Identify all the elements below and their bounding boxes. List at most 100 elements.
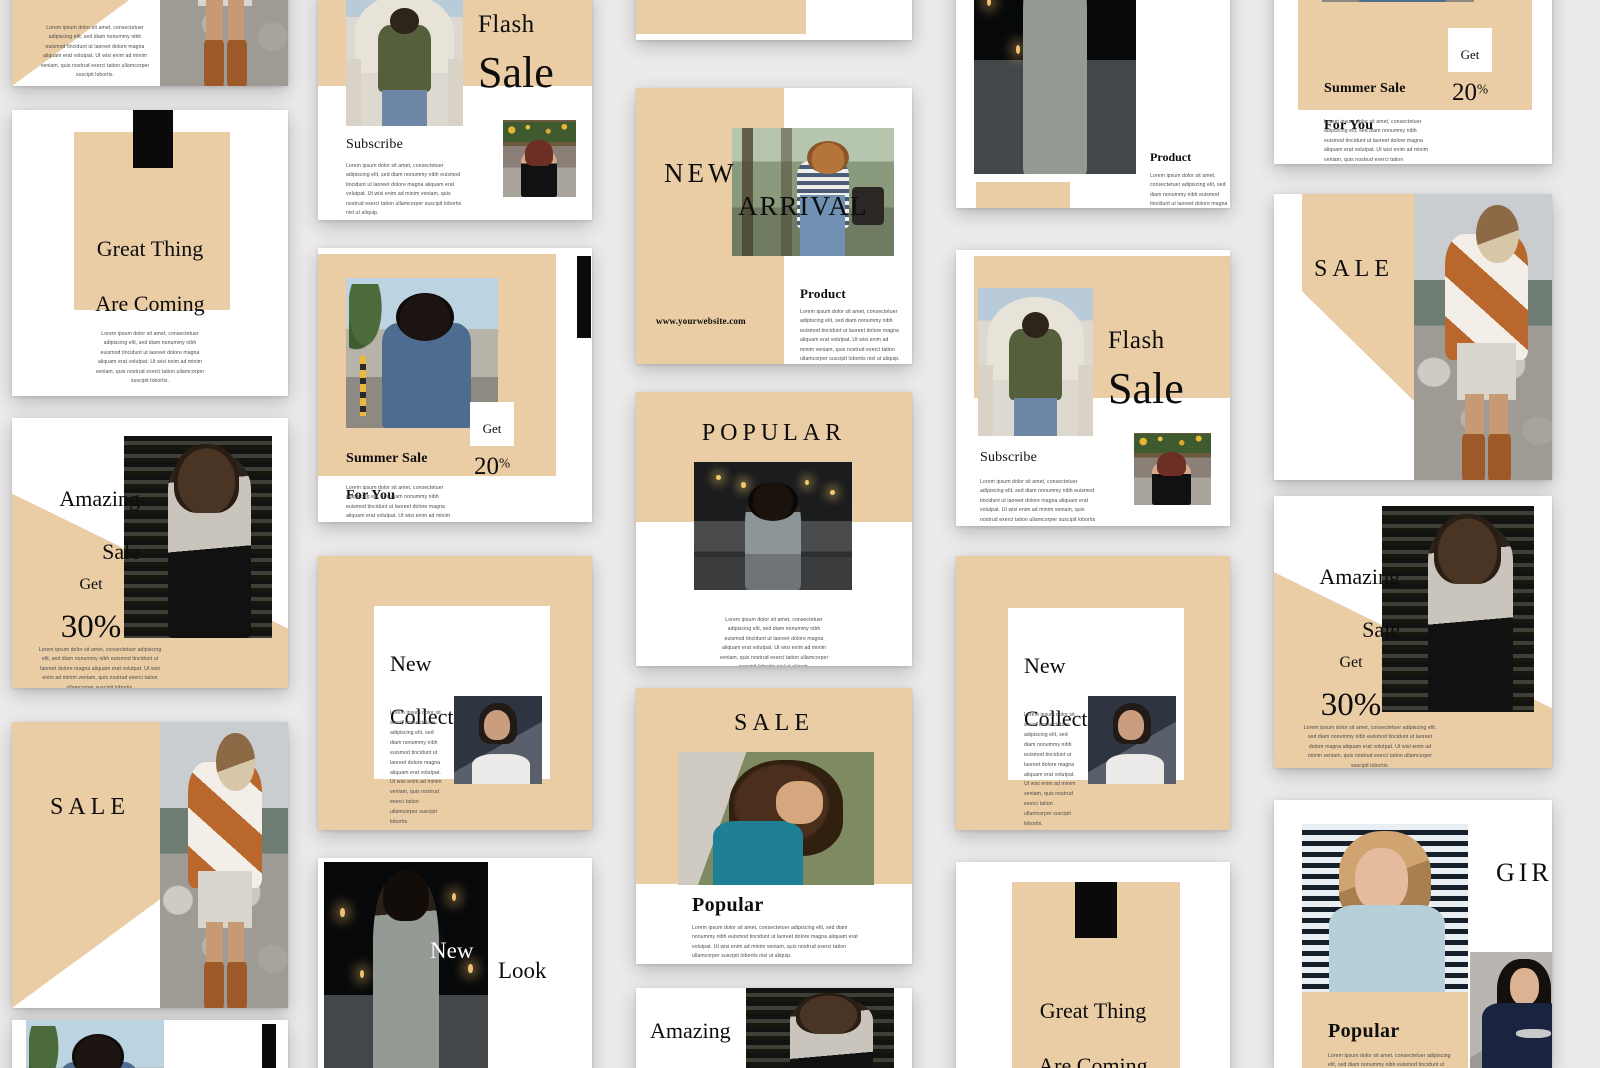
card-great-thing-2[interactable]: Great Thing Are Coming bbox=[956, 862, 1230, 1068]
headline-new: New bbox=[430, 938, 474, 963]
card-bottom-sliver-1[interactable] bbox=[12, 1020, 288, 1068]
photo-smile-tee bbox=[1470, 952, 1552, 1068]
discount-get-label: Get bbox=[79, 575, 103, 593]
card-summer-sale-1[interactable]: Get 20% Summer Sale For You Lorem ipsum … bbox=[318, 248, 592, 522]
body-text: Lorem ipsum dolor sit amet, consectetuer… bbox=[346, 163, 462, 217]
photo-blinds-sweater bbox=[746, 988, 894, 1068]
headline-line-2: Are Coming bbox=[95, 290, 205, 316]
headline-line-2: Sale bbox=[1108, 364, 1184, 413]
card-girl-popular[interactable]: GIRL Popular Lorem ipsum dolor sit amet,… bbox=[1274, 800, 1552, 1068]
headline: Flash Sale bbox=[478, 0, 554, 95]
photo-blinds-sweater bbox=[124, 436, 272, 638]
black-accent-block bbox=[133, 110, 173, 168]
headline-line-1: Amazing bbox=[1319, 564, 1400, 590]
discount-value: 30 bbox=[60, 609, 94, 646]
photo-rock-sweater bbox=[160, 722, 288, 1008]
card-popular-1[interactable]: POPULAR Lorem ipsum dolor sit amet, cons… bbox=[636, 392, 912, 666]
black-accent-block bbox=[577, 256, 591, 338]
headline-line-1: Summer Sale bbox=[346, 451, 428, 467]
card-sale-rock-2[interactable]: SALE Lorem ipsum dolor sit amet, consect… bbox=[12, 722, 288, 1008]
headline-new: NEW bbox=[664, 158, 738, 188]
subscribe-label: Subscribe bbox=[346, 137, 404, 152]
card-amazing-bottom[interactable]: Amazing bbox=[636, 988, 912, 1068]
black-accent-block bbox=[1075, 882, 1117, 938]
headline-look: Look bbox=[498, 958, 547, 983]
headline-line-2: Are Coming bbox=[1038, 1052, 1148, 1068]
black-accent-block bbox=[262, 1024, 276, 1068]
body-text: Lorem ipsum dolor sit amet, consectetuer… bbox=[1303, 725, 1437, 768]
body-text: Lorem ipsum dolor sit amet, consectetuer… bbox=[390, 710, 442, 826]
body-text: Lorem ipsum dolor sit amet, consectetuer… bbox=[1324, 119, 1429, 163]
card-new-look-2[interactable]: New Look Product Lorem ipsum dolor sit a… bbox=[956, 0, 1230, 208]
tan-diagonal bbox=[12, 722, 160, 1008]
discount-get-label: Get bbox=[1460, 47, 1480, 63]
card-sale-rock-top[interactable]: SALE Lorem ipsum dolor sit amet, consect… bbox=[12, 0, 288, 86]
percent-sign: % bbox=[1476, 81, 1489, 97]
body-text: Lorem ipsum dolor sit amet, consectetuer… bbox=[980, 479, 1096, 523]
body-text: Lorem ipsum dolor sit amet, consectetuer… bbox=[95, 331, 205, 385]
headline-line-1: New bbox=[390, 650, 432, 676]
body-text: Lorem ipsum dolor sit amet, consectetuer… bbox=[346, 485, 451, 520]
discount-badge: Get 20% bbox=[1448, 31, 1492, 105]
headline-line-1: Great Thing bbox=[96, 236, 204, 262]
headline-line-2: Sale bbox=[478, 48, 554, 97]
popular-title: POPULAR bbox=[701, 420, 847, 446]
photo-night-jumpsuit bbox=[974, 0, 1136, 174]
headline: Great Thing Are Coming bbox=[956, 970, 1230, 1068]
card-new-arrival[interactable]: NEW ARRIVAL Product Lorem ipsum dolor si… bbox=[636, 88, 912, 364]
product-label: Product bbox=[1150, 150, 1192, 164]
photo-rock-sweater bbox=[160, 0, 288, 86]
discount-badge: Get 20% bbox=[470, 405, 514, 479]
tan-accent-block bbox=[976, 182, 1070, 208]
website-url: www.yourwebsite.com bbox=[656, 316, 746, 326]
discount-get-label: Get bbox=[482, 421, 502, 437]
headline: Amazing Sale bbox=[28, 460, 140, 566]
body-text: Lorem ipsum dolor sit amet, consectetuer… bbox=[1150, 173, 1228, 208]
card-new-collection-2[interactable]: New Collection Lorem ipsum dolor sit ame… bbox=[956, 556, 1230, 830]
card-sale-popular[interactable]: SALE Popular Lorem ipsum dolor sit amet,… bbox=[636, 688, 912, 964]
body-text: Lorem ipsum dolor sit amet, consectetuer… bbox=[40, 25, 150, 79]
card-sale-rock-3[interactable]: SALE Lorem ipsum dolor sit amet, consect… bbox=[1274, 194, 1552, 480]
card-amazing-sale-2[interactable]: Amazing Sale Get 30% Lorem ipsum dolor s… bbox=[1274, 496, 1552, 768]
photo-arch-hoodie bbox=[978, 288, 1093, 436]
discount-value: 30 bbox=[1320, 687, 1354, 724]
sale-title: SALE bbox=[1314, 256, 1394, 282]
discount-get-label: Get bbox=[1339, 653, 1363, 671]
sale-title: SALE bbox=[50, 794, 130, 820]
photo-studio-portrait bbox=[1088, 696, 1176, 784]
card-great-thing-1[interactable]: Great Thing Are Coming Lorem ipsum dolor… bbox=[12, 110, 288, 396]
body-text: Lorem ipsum dolor sit amet, consectetuer… bbox=[38, 647, 162, 688]
headline-line-1: Flash bbox=[478, 11, 535, 38]
headline: Amazing Sale bbox=[1288, 538, 1400, 644]
discount-badge: Get 30% bbox=[1308, 638, 1394, 723]
discount-value: 20 bbox=[473, 452, 499, 480]
headline-arrival: ARRIVAL bbox=[738, 191, 869, 221]
discount-badge: Get 30% bbox=[50, 560, 132, 645]
body-text: Lorem ipsum dolor sit amet, consectetuer… bbox=[1024, 712, 1076, 828]
popular-label: Popular bbox=[1328, 1020, 1400, 1042]
headline: Great Thing Are Coming bbox=[12, 208, 288, 317]
photo-blond-turtleneck bbox=[1302, 824, 1468, 992]
headline: Flash Sale bbox=[1108, 312, 1184, 411]
discount-value: 20 bbox=[1451, 78, 1477, 106]
sale-title: SALE bbox=[734, 710, 814, 736]
card-amazing-sale-1[interactable]: Amazing Sale Get 30% Lorem ipsum dolor s… bbox=[12, 418, 288, 688]
photo-blinds-sweater bbox=[1382, 506, 1534, 712]
body-text: Lorem ipsum dolor sit amet, consectetuer… bbox=[800, 309, 900, 363]
photo-flower-cami bbox=[1134, 433, 1211, 505]
photo-palm-denim bbox=[1322, 0, 1474, 2]
card-flash-sale-1[interactable]: Flash Sale Subscribe Lorem ipsum dolor s… bbox=[318, 0, 592, 220]
card-flash-sale-2[interactable]: Flash Sale Subscribe Lorem ipsum dolor s… bbox=[956, 250, 1230, 526]
card-new-collection-1[interactable]: New Collection Lorem ipsum dolor sit ame… bbox=[318, 556, 592, 830]
tan-block bbox=[636, 0, 806, 34]
headline-line-1: New bbox=[1024, 652, 1066, 678]
photo-rock-sweater bbox=[1414, 194, 1552, 480]
card-summer-sale-2[interactable]: Get 20% Summer Sale For You Lorem ipsum … bbox=[1274, 0, 1552, 164]
photo-arch-hoodie bbox=[346, 0, 463, 126]
body-text: Lorem ipsum dolor sit amet, consectetuer… bbox=[719, 617, 829, 666]
headline-line-1: Great Thing bbox=[1039, 998, 1147, 1024]
card-top-partial-3[interactable] bbox=[636, 0, 912, 40]
percent-sign: % bbox=[1353, 687, 1382, 724]
card-new-look-1[interactable]: New Look bbox=[318, 858, 592, 1068]
template-showcase-canvas: SALE Lorem ipsum dolor sit amet, consect… bbox=[0, 0, 1600, 1068]
